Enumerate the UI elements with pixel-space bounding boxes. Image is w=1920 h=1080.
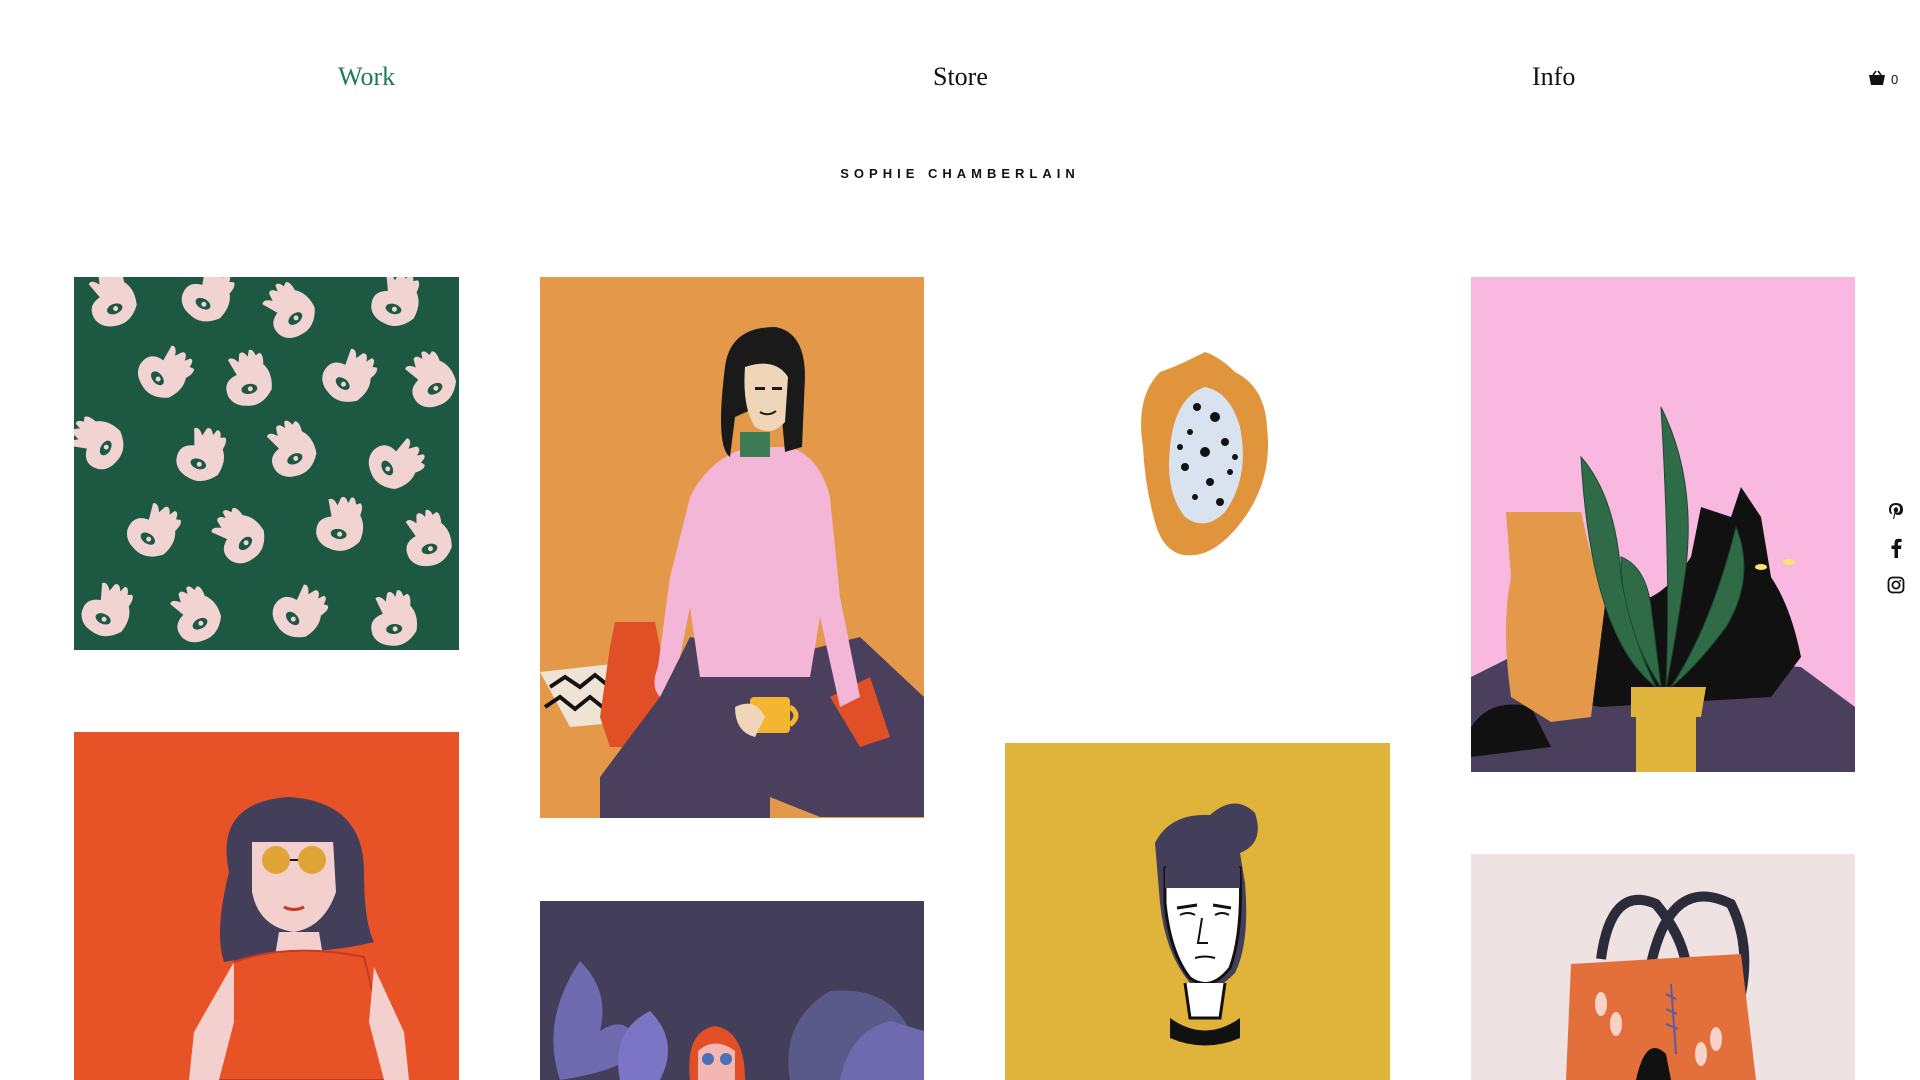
facebook-icon (1890, 538, 1902, 563)
black-cat-artwork (1471, 406, 1855, 772)
nav-work[interactable]: Work (338, 62, 395, 92)
cart-count: 0 (1891, 72, 1899, 87)
basket-icon (1868, 70, 1886, 89)
nav-info[interactable]: Info (1532, 62, 1575, 92)
gallery-item-papaya[interactable] (1005, 277, 1389, 647)
site-title[interactable]: SOPHIE CHAMBERLAIN (0, 166, 1920, 181)
gallery-item-black-cat[interactable] (1471, 277, 1855, 772)
pinterest-icon (1887, 502, 1905, 525)
woman-leaves-artwork (553, 961, 924, 1080)
instagram-icon (1887, 576, 1905, 599)
gallery-item-tote-bag[interactable] (1471, 854, 1855, 1080)
instagram-link[interactable] (1884, 575, 1908, 599)
pinterest-link[interactable] (1884, 501, 1908, 525)
gallery-item-hands-pattern[interactable] (74, 277, 459, 650)
woman-pink-sweater-artwork (540, 327, 924, 818)
hands-pattern-artwork (74, 277, 459, 650)
portrait-yellow-artwork (1155, 803, 1258, 1046)
gallery-item-portrait-yellow[interactable] (1005, 743, 1390, 1080)
nav-store[interactable]: Store (933, 62, 988, 92)
gallery-item-woman-pink-sweater[interactable] (540, 277, 924, 818)
facebook-link[interactable] (1884, 538, 1908, 562)
woman-sunglasses-artwork (189, 797, 409, 1080)
tote-bag-artwork (1566, 891, 1756, 1080)
gallery-item-woman-sunglasses[interactable] (74, 732, 459, 1080)
papaya-artwork (1141, 352, 1269, 556)
gallery-item-woman-leaves[interactable] (540, 901, 924, 1080)
cart-button[interactable]: 0 (1868, 70, 1898, 89)
